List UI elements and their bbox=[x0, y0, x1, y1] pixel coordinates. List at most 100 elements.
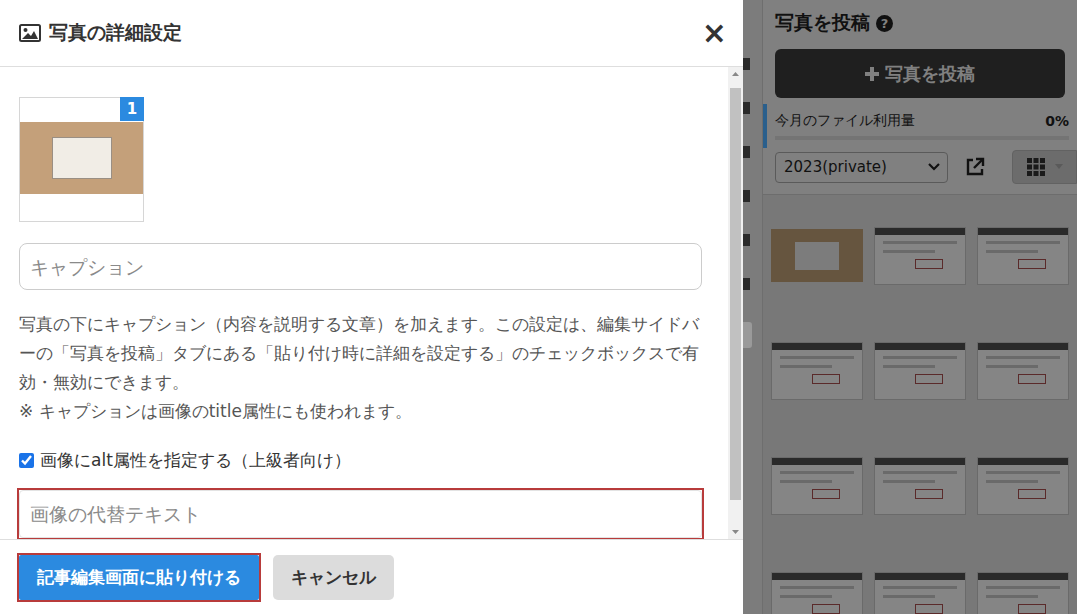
screenshot-line bbox=[986, 356, 1060, 359]
dialog-header: 写真の詳細設定 × bbox=[0, 0, 743, 67]
screenshot-line bbox=[986, 365, 1038, 368]
photo-thumbnail bbox=[771, 229, 863, 282]
folder-row: 2023(private) bbox=[763, 148, 1077, 194]
rail-icon[interactable] bbox=[743, 146, 750, 158]
folder-value: 2023(private) bbox=[784, 158, 887, 176]
screenshot-thumbnail bbox=[771, 342, 863, 400]
paste-button[interactable]: 記事編集画面に貼り付ける bbox=[19, 555, 259, 600]
photo-card[interactable]: 1 bbox=[19, 97, 144, 222]
screenshot-line bbox=[883, 480, 935, 483]
screen: 写真の詳細設定 × 1 写真の下にキャプション（内容を説明する文章）を加えます。この設… bbox=[0, 0, 1077, 614]
screenshot-titlebar bbox=[772, 343, 862, 350]
scrollbar-thumb[interactable] bbox=[730, 88, 741, 500]
screenshot-mark bbox=[812, 489, 840, 499]
screenshot-titlebar bbox=[875, 458, 965, 465]
rail-icon[interactable] bbox=[743, 58, 750, 70]
screenshot-thumbnail bbox=[977, 457, 1069, 515]
photo-grid-item[interactable] bbox=[769, 543, 866, 614]
screenshot-thumbnail bbox=[874, 572, 966, 614]
scroll-down-icon[interactable] bbox=[728, 524, 743, 539]
photo-grid bbox=[763, 194, 1077, 614]
photo-thumbnail bbox=[20, 122, 143, 194]
view-toggle-button[interactable] bbox=[1012, 150, 1077, 184]
screenshot-mark bbox=[1018, 259, 1046, 269]
screenshot-line bbox=[780, 595, 832, 598]
alt-checkbox-row[interactable]: 画像にalt属性を指定する（上級者向け） bbox=[19, 448, 702, 472]
screenshot-line bbox=[986, 586, 1060, 589]
help-icon[interactable]: ? bbox=[876, 15, 893, 32]
photo-grid-item[interactable] bbox=[872, 313, 969, 428]
screenshot-mark bbox=[915, 374, 943, 384]
photo-grid-item[interactable] bbox=[974, 198, 1071, 313]
plus-icon bbox=[865, 67, 879, 81]
alt-input-frame bbox=[17, 488, 704, 539]
dialog-footer: 記事編集画面に貼り付けるキャンセル bbox=[0, 539, 743, 614]
description-text: 写真の下にキャプション（内容を説明する文章）を加えます。この設定は、編集サイドバ… bbox=[19, 310, 702, 397]
photo-grid-item[interactable] bbox=[974, 313, 1071, 428]
upload-button-label: 写真を投稿 bbox=[885, 62, 975, 86]
scroll-up-icon[interactable] bbox=[728, 67, 743, 82]
screenshot-line bbox=[986, 471, 1060, 474]
photo-grid-item[interactable] bbox=[769, 313, 866, 428]
alt-input[interactable] bbox=[19, 490, 702, 538]
screenshot-mark bbox=[915, 604, 943, 614]
sidebar-title: 写真を投稿 bbox=[775, 10, 870, 36]
screenshot-mark bbox=[1018, 489, 1046, 499]
screenshot-thumbnail bbox=[874, 342, 966, 400]
photo-grid-item[interactable] bbox=[872, 543, 969, 614]
folder-select[interactable]: 2023(private) bbox=[775, 152, 948, 183]
external-link-icon[interactable] bbox=[964, 156, 986, 178]
rail-icon[interactable] bbox=[743, 102, 750, 114]
sidebar-header: 写真を投稿? bbox=[763, 0, 1077, 36]
chevron-down-icon bbox=[927, 162, 941, 172]
caption-description: 写真の下にキャプション（内容を説明する文章）を加えます。この設定は、編集サイドバ… bbox=[19, 310, 702, 426]
cancel-button[interactable]: キャンセル bbox=[273, 555, 394, 600]
usage-row: 今月のファイル利用量0% bbox=[775, 112, 1069, 130]
rail-icon[interactable] bbox=[743, 234, 750, 246]
screenshot-line bbox=[986, 595, 1038, 598]
photo-sidebar: 写真を投稿?写真を投稿今月のファイル利用量0%2023(private) bbox=[763, 0, 1077, 614]
screenshot-thumbnail bbox=[977, 572, 1069, 614]
photo-grid-item[interactable] bbox=[974, 543, 1071, 614]
dialog-title: 写真の詳細設定 bbox=[49, 20, 688, 46]
scrollbar[interactable] bbox=[728, 67, 743, 539]
screenshot-mark bbox=[1018, 604, 1046, 614]
screenshot-line bbox=[986, 241, 1060, 244]
photo-grid-item[interactable] bbox=[769, 198, 866, 313]
dialog-content: 1 写真の下にキャプション（内容を説明する文章）を加えます。この設定は、編集サイド… bbox=[0, 67, 728, 539]
screenshot-line bbox=[883, 595, 935, 598]
screenshot-mark bbox=[812, 374, 840, 384]
rail-icon[interactable] bbox=[743, 190, 750, 202]
screenshot-mark bbox=[812, 604, 840, 614]
scrollbar-track bbox=[728, 500, 743, 524]
dialog-body: 1 写真の下にキャプション（内容を説明する文章）を加えます。この設定は、編集サイド… bbox=[0, 67, 743, 539]
button-frame: キャンセル bbox=[271, 553, 396, 602]
photo-grid-item[interactable] bbox=[769, 428, 866, 543]
screenshot-line bbox=[883, 365, 935, 368]
screenshot-mark bbox=[915, 489, 943, 499]
screenshot-line bbox=[780, 471, 854, 474]
photo-grid-item[interactable] bbox=[872, 428, 969, 543]
screenshot-titlebar bbox=[772, 573, 862, 580]
photo-detail-dialog: 写真の詳細設定 × 1 写真の下にキャプション（内容を説明する文章）を加えます。この設… bbox=[0, 0, 743, 614]
usage-block: 今月のファイル利用量0% bbox=[763, 104, 1077, 148]
upload-photo-button[interactable]: 写真を投稿 bbox=[775, 49, 1065, 98]
screenshot-line bbox=[883, 471, 957, 474]
alt-checkbox[interactable] bbox=[19, 453, 34, 468]
close-button[interactable]: × bbox=[696, 18, 733, 48]
screenshot-thumbnail bbox=[977, 342, 1069, 400]
rail-icon[interactable] bbox=[743, 278, 750, 290]
photo-badge: 1 bbox=[120, 97, 144, 121]
screenshot-line bbox=[780, 356, 854, 359]
photo-grid-item[interactable] bbox=[872, 198, 969, 313]
photo-grid-item[interactable] bbox=[974, 428, 1071, 543]
screenshot-titlebar bbox=[978, 458, 1068, 465]
rail-tab[interactable] bbox=[743, 322, 752, 348]
screenshot-line bbox=[780, 480, 832, 483]
screenshot-titlebar bbox=[772, 458, 862, 465]
editor-icon-rail bbox=[743, 0, 763, 614]
screenshot-thumbnail bbox=[771, 572, 863, 614]
grid-icon bbox=[1027, 158, 1045, 176]
alt-checkbox-label: 画像にalt属性を指定する（上級者向け） bbox=[40, 449, 351, 472]
caption-input[interactable] bbox=[19, 243, 702, 290]
